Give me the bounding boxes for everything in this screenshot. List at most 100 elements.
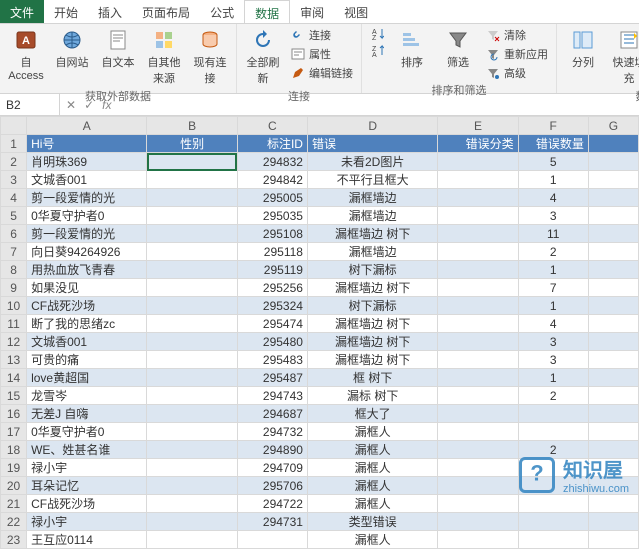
select-all-corner[interactable] [1, 117, 27, 135]
cell[interactable] [518, 513, 588, 531]
cell[interactable] [438, 243, 518, 261]
row-header[interactable]: 13 [1, 351, 27, 369]
cell[interactable]: 295108 [237, 225, 307, 243]
cell[interactable]: 295487 [237, 369, 307, 387]
row-header[interactable]: 4 [1, 189, 27, 207]
cell[interactable] [438, 495, 518, 513]
cell[interactable]: 断了我的思绪zc [27, 315, 147, 333]
cell[interactable] [588, 225, 638, 243]
cell[interactable] [588, 423, 638, 441]
hdr-gender[interactable]: 性别 [147, 135, 237, 153]
cell[interactable] [147, 351, 237, 369]
cell[interactable] [147, 315, 237, 333]
tab-insert[interactable]: 插入 [88, 0, 132, 23]
cell[interactable]: 294722 [237, 495, 307, 513]
cell[interactable]: 295119 [237, 261, 307, 279]
row-header[interactable]: 15 [1, 387, 27, 405]
row-1-header[interactable]: 1 [1, 135, 27, 153]
cell[interactable] [588, 495, 638, 513]
cell[interactable]: 1 [518, 369, 588, 387]
cell[interactable]: 漏框墙边 [307, 207, 437, 225]
cell[interactable]: 漏框墙边 [307, 189, 437, 207]
cell[interactable]: 禄小宇 [27, 513, 147, 531]
cell[interactable]: 1 [518, 171, 588, 189]
col-F[interactable]: F [518, 117, 588, 135]
cell[interactable] [438, 441, 518, 459]
worksheet-grid[interactable]: A B C D E F G 1 Hi号 性别 标注ID 错误 错误分类 错误数量… [0, 116, 639, 549]
cell[interactable]: 11 [518, 225, 588, 243]
cell[interactable] [438, 315, 518, 333]
cell[interactable]: 294832 [237, 153, 307, 171]
cell[interactable]: 294731 [237, 513, 307, 531]
cell[interactable] [438, 189, 518, 207]
cell[interactable]: 295480 [237, 333, 307, 351]
cell[interactable]: 1 [518, 261, 588, 279]
cell[interactable]: 用热血放飞青春 [27, 261, 147, 279]
row-header[interactable]: 3 [1, 171, 27, 189]
hdr-id[interactable]: 标注ID [237, 135, 307, 153]
cell[interactable]: 可贵的痛 [27, 351, 147, 369]
cell[interactable] [147, 189, 237, 207]
cell[interactable]: 漏框墙边 树下 [307, 351, 437, 369]
cell[interactable] [147, 153, 237, 171]
cell[interactable]: 剪一段爱情的光 [27, 189, 147, 207]
cell[interactable] [588, 315, 638, 333]
cell[interactable] [438, 279, 518, 297]
row-header[interactable]: 18 [1, 441, 27, 459]
from-other-button[interactable]: 自其他来源 [142, 26, 186, 88]
tab-view[interactable]: 视图 [334, 0, 378, 23]
cell[interactable] [588, 387, 638, 405]
cell[interactable] [147, 243, 237, 261]
row-header[interactable]: 20 [1, 477, 27, 495]
cell[interactable]: 2 [518, 387, 588, 405]
cell[interactable] [147, 387, 237, 405]
cell[interactable]: 漏框墙边 [307, 243, 437, 261]
cancel-icon[interactable]: ✕ [66, 98, 76, 112]
cell[interactable] [588, 243, 638, 261]
row-header[interactable]: 19 [1, 459, 27, 477]
cell[interactable]: 4 [518, 315, 588, 333]
cell[interactable] [147, 261, 237, 279]
cell[interactable]: 漏框人 [307, 441, 437, 459]
filter-button[interactable]: 筛选 [436, 26, 480, 72]
from-text-button[interactable]: 自文本 [96, 26, 140, 72]
cell[interactable] [237, 531, 307, 549]
cell[interactable]: 漏框墙边 树下 [307, 225, 437, 243]
cell[interactable] [147, 459, 237, 477]
row-header[interactable]: 5 [1, 207, 27, 225]
cell[interactable]: 5 [518, 153, 588, 171]
row-header[interactable]: 23 [1, 531, 27, 549]
col-B[interactable]: B [147, 117, 237, 135]
cell[interactable]: 王互应0114 [27, 531, 147, 549]
cell[interactable]: love黄超国 [27, 369, 147, 387]
cell[interactable] [438, 405, 518, 423]
reapply-button[interactable]: 重新应用 [482, 45, 552, 63]
cell[interactable]: 漏框人 [307, 459, 437, 477]
cell[interactable] [588, 171, 638, 189]
cell[interactable]: 类型错误 [307, 513, 437, 531]
cell[interactable] [147, 207, 237, 225]
col-A[interactable]: A [27, 117, 147, 135]
cell[interactable]: 294842 [237, 171, 307, 189]
cell[interactable] [588, 279, 638, 297]
cell[interactable]: CF战死沙场 [27, 495, 147, 513]
cell[interactable]: 向日葵94264926 [27, 243, 147, 261]
cell[interactable] [438, 351, 518, 369]
from-web-button[interactable]: 自网站 [50, 26, 94, 72]
cell[interactable] [518, 531, 588, 549]
row-header[interactable]: 11 [1, 315, 27, 333]
cell[interactable]: 漏框墙边 树下 [307, 333, 437, 351]
row-header[interactable]: 8 [1, 261, 27, 279]
existing-conn-button[interactable]: 现有连接 [188, 26, 232, 88]
cell[interactable]: 294890 [237, 441, 307, 459]
col-E[interactable]: E [438, 117, 518, 135]
fx-icon[interactable]: fx [102, 98, 111, 112]
cell[interactable]: 295118 [237, 243, 307, 261]
cell[interactable]: 如果没见 [27, 279, 147, 297]
cell[interactable]: CF战死沙场 [27, 297, 147, 315]
edit-links-button[interactable]: 编辑链接 [287, 64, 357, 82]
hdr-count[interactable]: 错误数量 [518, 135, 588, 153]
col-D[interactable]: D [307, 117, 437, 135]
from-access-button[interactable]: A 自 Access [4, 26, 48, 84]
cell[interactable]: 剪一段爱情的光 [27, 225, 147, 243]
